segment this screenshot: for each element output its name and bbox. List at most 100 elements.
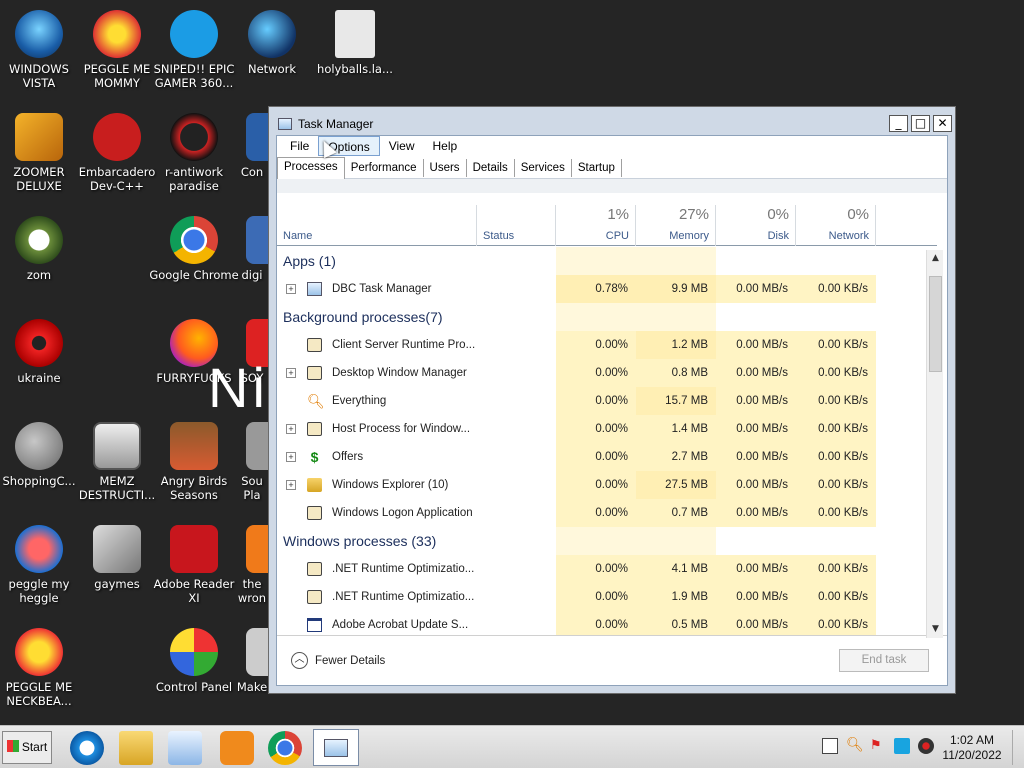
- window-content: File Options View Help Processes Perform…: [276, 135, 948, 686]
- system-clock[interactable]: 1:02 AM 11/20/2022: [938, 733, 1006, 763]
- tray-notification-icon[interactable]: [822, 738, 838, 754]
- group-header-windows[interactable]: Windows processes (33): [277, 527, 937, 555]
- control-panel-icon: [170, 628, 218, 676]
- expand-icon[interactable]: +: [286, 452, 296, 462]
- network-globe-icon: [248, 10, 296, 58]
- search-icon[interactable]: 🔍︎: [846, 738, 864, 754]
- task-manager-icon: [324, 739, 348, 757]
- desktop-icon-zom[interactable]: zom: [0, 216, 84, 282]
- desktop-icon-holyballs[interactable]: holyballs.la...: [310, 10, 400, 76]
- expand-icon[interactable]: +: [286, 284, 296, 294]
- desktop-icon-sniped[interactable]: SNIPED!! EPIC GAMER 360...: [149, 10, 239, 90]
- table-row[interactable]: + Desktop Window Manager 0.00% 0.8 MB 0.…: [277, 359, 937, 387]
- menu-help[interactable]: Help: [424, 136, 467, 156]
- monitor-icon[interactable]: [894, 738, 910, 754]
- vista-orb-icon: [15, 10, 63, 58]
- table-row[interactable]: .NET Runtime Optimizatio... 0.00% 1.9 MB…: [277, 583, 937, 611]
- tab-services[interactable]: Services: [515, 159, 572, 177]
- desktop-icon-ukraine[interactable]: ukraine: [0, 319, 84, 385]
- scroll-up-icon[interactable]: ▲: [927, 250, 944, 267]
- uc-browser-icon[interactable]: [220, 731, 254, 765]
- end-task-button[interactable]: End task: [839, 649, 929, 672]
- table-row[interactable]: Adobe Acrobat Update S... 0.00% 0.5 MB 0…: [277, 611, 937, 635]
- task-manager-window[interactable]: Task Manager _ □ ✕ File Options View Hel…: [268, 106, 956, 694]
- desktop-icon-digi[interactable]: digi: [232, 216, 272, 282]
- angry-birds-icon: [170, 422, 218, 470]
- media-player-icon[interactable]: [168, 731, 202, 765]
- search-icon: 🔍︎: [307, 393, 325, 409]
- expand-icon[interactable]: +: [286, 424, 296, 434]
- column-status[interactable]: Status: [477, 205, 556, 246]
- window-title: Task Manager: [298, 117, 374, 131]
- show-desktop-button[interactable]: [1012, 730, 1022, 765]
- desktop-icon-angry-birds[interactable]: Angry Birds Seasons: [149, 422, 239, 502]
- scroll-down-icon[interactable]: ▼: [927, 621, 944, 638]
- tab-startup[interactable]: Startup: [572, 159, 622, 177]
- table-row[interactable]: .NET Runtime Optimizatio... 0.00% 4.1 MB…: [277, 555, 937, 583]
- chrome-icon[interactable]: [268, 731, 302, 765]
- desktop-icon-make[interactable]: Make: [232, 628, 272, 694]
- process-icon: [307, 338, 322, 352]
- table-row[interactable]: Client Server Runtime Pro... 0.00% 1.2 M…: [277, 331, 937, 359]
- desktop-icon-sou-pla[interactable]: Sou Pla: [232, 422, 272, 502]
- wallpaper-text: Ni: [208, 356, 269, 419]
- folder-icon: [93, 525, 141, 573]
- flower-icon: [15, 216, 63, 264]
- column-name[interactable]: Name: [277, 205, 477, 246]
- folder-icon: [307, 478, 322, 492]
- tab-processes[interactable]: Processes: [277, 157, 345, 179]
- scroll-thumb[interactable]: [929, 276, 942, 372]
- windows-flag-icon: [6, 740, 19, 752]
- tab-performance[interactable]: Performance: [345, 159, 424, 177]
- maximize-button[interactable]: □: [911, 115, 930, 132]
- desktop-icon-network[interactable]: Network: [227, 10, 317, 76]
- desktop-icon-antiwork[interactable]: r-antiwork paradise: [149, 113, 239, 193]
- column-cpu[interactable]: 1% CPU: [556, 205, 636, 246]
- group-header-background[interactable]: Background processes(7): [277, 303, 937, 331]
- task-manager-icon: [307, 282, 322, 296]
- desktop-icon-adobe-reader[interactable]: Adobe Reader XI: [149, 525, 239, 605]
- expand-icon[interactable]: +: [286, 368, 296, 378]
- vertical-scrollbar[interactable]: ▲ ▼: [926, 250, 943, 638]
- group-header-apps[interactable]: Apps (1): [277, 247, 937, 275]
- desktop-icon-control-panel[interactable]: Control Panel: [149, 628, 239, 694]
- zoomer-icon: [15, 113, 63, 161]
- column-network[interactable]: 0% Network: [796, 205, 876, 246]
- volume-icon[interactable]: [918, 738, 934, 754]
- table-row[interactable]: Windows Logon Application 0.00% 0.7 MB 0…: [277, 499, 937, 527]
- table-row[interactable]: + DBC Task Manager 0.78% 9.9 MB 0.00 MB/…: [277, 275, 937, 303]
- table-row[interactable]: + $ Offers 0.00% 2.7 MB 0.00 MB/s 0.00 K…: [277, 443, 937, 471]
- desktop-icon-the-wron[interactable]: the wron: [232, 525, 272, 605]
- table-row[interactable]: + Host Process for Window... 0.00% 1.4 M…: [277, 415, 937, 443]
- close-button[interactable]: ✕: [933, 115, 952, 132]
- internet-explorer-icon[interactable]: [70, 731, 104, 765]
- table-row[interactable]: 🔍︎ Everything 0.00% 15.7 MB 0.00 MB/s 0.…: [277, 387, 937, 415]
- tab-users[interactable]: Users: [424, 159, 467, 177]
- dollar-icon: $: [310, 449, 319, 465]
- tab-details[interactable]: Details: [467, 159, 515, 177]
- window-icon: [307, 618, 322, 632]
- fewer-details-button[interactable]: ︿ Fewer Details: [291, 652, 385, 669]
- task-manager-taskbar-button[interactable]: [313, 729, 359, 766]
- column-disk[interactable]: 0% Disk: [716, 205, 796, 246]
- minimize-icon: _: [895, 116, 902, 130]
- flash-icon: [15, 422, 63, 470]
- start-button[interactable]: Start: [2, 731, 52, 764]
- desktop-icon-google-chrome[interactable]: Google Chrome: [149, 216, 239, 282]
- desktop-icon-peggle-me-neckbeard[interactable]: PEGGLE ME NECKBEA...: [0, 628, 84, 708]
- table-row[interactable]: + Windows Explorer (10) 0.00% 27.5 MB 0.…: [277, 471, 937, 499]
- toolbar-band: [277, 179, 947, 193]
- menu-view[interactable]: View: [380, 136, 424, 156]
- title-bar[interactable]: Task Manager: [276, 114, 948, 134]
- menu-file[interactable]: File: [281, 136, 318, 156]
- flag-icon[interactable]: ⚑: [870, 738, 886, 754]
- expand-icon[interactable]: +: [286, 480, 296, 490]
- column-memory[interactable]: 27% Memory: [636, 205, 716, 246]
- minimize-button[interactable]: _: [889, 115, 908, 132]
- taskbar: Start 🔍︎ ⚑ 1:02 AM 11/20/2022: [0, 725, 1024, 768]
- process-icon: [307, 590, 322, 604]
- memz-icon: [93, 422, 141, 470]
- file-icon: [335, 10, 375, 58]
- file-explorer-icon[interactable]: [119, 731, 153, 765]
- desktop-icon-con[interactable]: Con: [232, 113, 272, 179]
